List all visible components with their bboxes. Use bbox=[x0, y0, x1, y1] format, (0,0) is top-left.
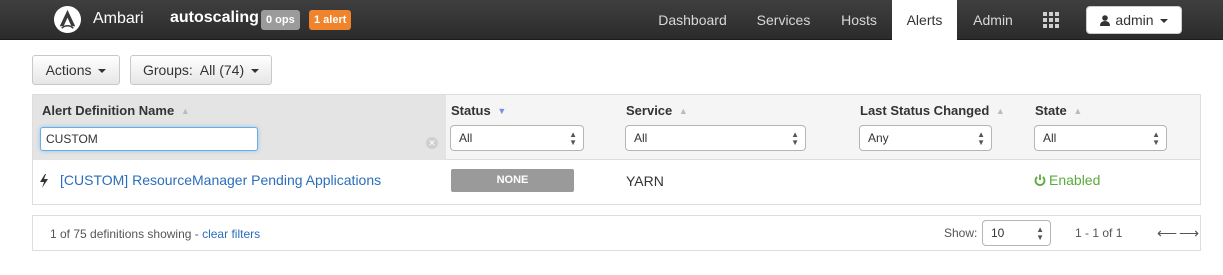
user-menu-button[interactable]: admin bbox=[1086, 6, 1182, 34]
service-value: YARN bbox=[626, 173, 664, 189]
top-navbar: Ambari autoscaling 0 ops 1 alert Dashboa… bbox=[0, 0, 1223, 40]
alert-definitions-table: Alert Definition Name ▲ Status ▼ Service… bbox=[32, 94, 1201, 205]
alert-definition-link[interactable]: [CUSTOM] ResourceManager Pending Applica… bbox=[60, 172, 381, 188]
brand-name[interactable]: Ambari bbox=[93, 10, 144, 28]
chevron-down-icon bbox=[251, 69, 260, 74]
name-filter-input[interactable] bbox=[40, 127, 258, 151]
groups-label: Groups: All (74) bbox=[142, 62, 245, 78]
groups-dropdown-button[interactable]: Groups: All (74) bbox=[130, 55, 272, 85]
prev-page-arrow-icon[interactable]: ⟵ bbox=[1157, 225, 1177, 242]
clear-filters-link[interactable]: clear filters bbox=[202, 227, 260, 241]
views-grid-icon[interactable] bbox=[1043, 12, 1059, 28]
sort-icon: ▲ bbox=[180, 106, 190, 116]
chevron-down-icon bbox=[1160, 19, 1169, 24]
page-size-select[interactable]: 10 ▲ ▼ bbox=[982, 220, 1051, 246]
state-value: Enabled bbox=[1049, 172, 1101, 188]
chevron-down-icon bbox=[98, 69, 107, 74]
alert-badge[interactable]: 1 alert bbox=[309, 10, 352, 30]
show-label: Show: bbox=[944, 226, 978, 240]
col-header-state[interactable]: State ▲ bbox=[1035, 103, 1082, 118]
definitions-summary: 1 of 75 definitions showing - clear filt… bbox=[50, 227, 260, 241]
col-header-last-changed[interactable]: Last Status Changed ▲ bbox=[860, 103, 1005, 118]
select-arrows-icon: ▲ ▼ bbox=[977, 130, 985, 147]
actions-dropdown-button[interactable]: Actions bbox=[32, 55, 120, 85]
select-arrows-icon: ▲ ▼ bbox=[1036, 225, 1044, 242]
status-badge[interactable]: NONE bbox=[451, 169, 574, 192]
sort-icon: ▲ bbox=[678, 106, 688, 116]
col-service-label: Service bbox=[626, 103, 673, 118]
nav-hosts[interactable]: Hosts bbox=[826, 0, 892, 40]
col-header-service[interactable]: Service ▲ bbox=[626, 103, 688, 118]
col-last-changed-label: Last Status Changed bbox=[860, 103, 990, 118]
col-state-label: State bbox=[1035, 103, 1067, 118]
actions-label: Actions bbox=[45, 62, 92, 78]
nav-alerts[interactable]: Alerts bbox=[892, 0, 957, 40]
sort-desc-icon: ▼ bbox=[497, 106, 507, 116]
col-status-label: Status bbox=[451, 103, 491, 118]
pagination-info: 1 - 1 of 1 bbox=[1075, 226, 1123, 240]
select-arrows-icon: ▲ ▼ bbox=[791, 130, 799, 147]
cluster-name[interactable]: autoscaling bbox=[170, 9, 259, 27]
clear-filter-icon[interactable]: ✕ bbox=[426, 137, 438, 149]
state-filter-select[interactable]: All ▲ ▼ bbox=[1034, 125, 1167, 151]
last-changed-filter-select[interactable]: Any ▲ ▼ bbox=[859, 125, 992, 151]
service-filter-select[interactable]: All ▲ ▼ bbox=[625, 125, 806, 151]
page-size-value: 10 bbox=[991, 226, 1005, 240]
nav-dashboard[interactable]: Dashboard bbox=[644, 0, 741, 40]
col-name-label: Alert Definition Name bbox=[42, 103, 175, 118]
user-icon bbox=[1099, 15, 1110, 26]
table-header: Alert Definition Name ▲ Status ▼ Service… bbox=[33, 95, 1200, 160]
col-header-status[interactable]: Status ▼ bbox=[451, 103, 506, 118]
user-name: admin bbox=[1115, 12, 1154, 28]
sort-icon: ▲ bbox=[1073, 106, 1083, 116]
alert-type-bolt-icon bbox=[40, 174, 48, 188]
status-filter-select[interactable]: All ▲ ▼ bbox=[450, 125, 584, 151]
state-toggle[interactable]: Enabled bbox=[1034, 172, 1100, 188]
next-page-arrow-icon[interactable]: ⟶ bbox=[1179, 225, 1199, 242]
ambari-logo-icon[interactable] bbox=[53, 5, 82, 34]
service-filter-value: All bbox=[634, 131, 648, 145]
sort-icon: ▲ bbox=[995, 106, 1005, 116]
power-icon bbox=[1034, 174, 1046, 186]
ops-badge[interactable]: 0 ops bbox=[261, 10, 300, 30]
status-filter-value: All bbox=[459, 131, 473, 145]
state-filter-value: All bbox=[1043, 131, 1057, 145]
col-header-name[interactable]: Alert Definition Name ▲ bbox=[42, 103, 190, 118]
table-row: [CUSTOM] ResourceManager Pending Applica… bbox=[33, 160, 1200, 204]
nav-admin[interactable]: Admin bbox=[957, 0, 1029, 40]
select-arrows-icon: ▲ ▼ bbox=[1152, 130, 1160, 147]
select-arrows-icon: ▲ ▼ bbox=[569, 130, 577, 147]
last-changed-filter-value: Any bbox=[868, 131, 889, 145]
table-footer: 1 of 75 definitions showing - clear filt… bbox=[32, 215, 1201, 251]
summary-text: 1 of 75 definitions showing - bbox=[50, 227, 203, 241]
nav-services[interactable]: Services bbox=[741, 0, 826, 40]
